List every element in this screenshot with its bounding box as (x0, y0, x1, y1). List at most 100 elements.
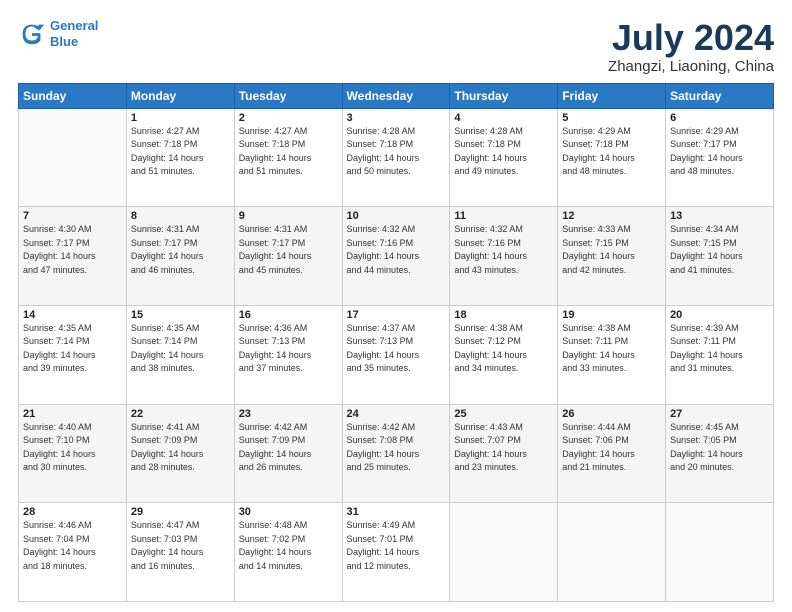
day-info: Sunrise: 4:45 AM Sunset: 7:05 PM Dayligh… (670, 421, 769, 475)
main-title: July 2024 (608, 18, 774, 58)
table-row: 1Sunrise: 4:27 AM Sunset: 7:18 PM Daylig… (126, 108, 234, 207)
table-row: 12Sunrise: 4:33 AM Sunset: 7:15 PM Dayli… (558, 207, 666, 306)
table-row (558, 503, 666, 602)
calendar-week-row: 14Sunrise: 4:35 AM Sunset: 7:14 PM Dayli… (19, 305, 774, 404)
calendar-header-row: Sunday Monday Tuesday Wednesday Thursday… (19, 83, 774, 108)
day-info: Sunrise: 4:37 AM Sunset: 7:13 PM Dayligh… (347, 322, 446, 376)
table-row: 5Sunrise: 4:29 AM Sunset: 7:18 PM Daylig… (558, 108, 666, 207)
day-number: 13 (670, 210, 769, 222)
day-info: Sunrise: 4:33 AM Sunset: 7:15 PM Dayligh… (562, 223, 661, 277)
day-info: Sunrise: 4:31 AM Sunset: 7:17 PM Dayligh… (131, 223, 230, 277)
table-row (450, 503, 558, 602)
table-row: 28Sunrise: 4:46 AM Sunset: 7:04 PM Dayli… (19, 503, 127, 602)
day-info: Sunrise: 4:28 AM Sunset: 7:18 PM Dayligh… (454, 125, 553, 179)
table-row: 25Sunrise: 4:43 AM Sunset: 7:07 PM Dayli… (450, 404, 558, 503)
table-row: 10Sunrise: 4:32 AM Sunset: 7:16 PM Dayli… (342, 207, 450, 306)
table-row: 8Sunrise: 4:31 AM Sunset: 7:17 PM Daylig… (126, 207, 234, 306)
day-info: Sunrise: 4:38 AM Sunset: 7:11 PM Dayligh… (562, 322, 661, 376)
table-row: 7Sunrise: 4:30 AM Sunset: 7:17 PM Daylig… (19, 207, 127, 306)
day-number: 31 (347, 506, 446, 518)
calendar-week-row: 21Sunrise: 4:40 AM Sunset: 7:10 PM Dayli… (19, 404, 774, 503)
day-info: Sunrise: 4:34 AM Sunset: 7:15 PM Dayligh… (670, 223, 769, 277)
logo-line2: Blue (50, 34, 78, 49)
day-info: Sunrise: 4:42 AM Sunset: 7:08 PM Dayligh… (347, 421, 446, 475)
day-number: 29 (131, 506, 230, 518)
table-row: 4Sunrise: 4:28 AM Sunset: 7:18 PM Daylig… (450, 108, 558, 207)
day-info: Sunrise: 4:36 AM Sunset: 7:13 PM Dayligh… (239, 322, 338, 376)
day-info: Sunrise: 4:31 AM Sunset: 7:17 PM Dayligh… (239, 223, 338, 277)
table-row (666, 503, 774, 602)
header: General Blue July 2024 Zhangzi, Liaoning… (18, 18, 774, 75)
table-row: 14Sunrise: 4:35 AM Sunset: 7:14 PM Dayli… (19, 305, 127, 404)
day-number: 19 (562, 309, 661, 321)
day-info: Sunrise: 4:44 AM Sunset: 7:06 PM Dayligh… (562, 421, 661, 475)
day-info: Sunrise: 4:32 AM Sunset: 7:16 PM Dayligh… (454, 223, 553, 277)
table-row: 18Sunrise: 4:38 AM Sunset: 7:12 PM Dayli… (450, 305, 558, 404)
day-info: Sunrise: 4:35 AM Sunset: 7:14 PM Dayligh… (23, 322, 122, 376)
header-saturday: Saturday (666, 83, 774, 108)
day-info: Sunrise: 4:48 AM Sunset: 7:02 PM Dayligh… (239, 519, 338, 573)
logo: General Blue (18, 18, 98, 49)
day-number: 12 (562, 210, 661, 222)
logo-line1: General (50, 18, 98, 33)
day-number: 9 (239, 210, 338, 222)
day-info: Sunrise: 4:42 AM Sunset: 7:09 PM Dayligh… (239, 421, 338, 475)
page: General Blue July 2024 Zhangzi, Liaoning… (0, 0, 792, 612)
day-info: Sunrise: 4:27 AM Sunset: 7:18 PM Dayligh… (239, 125, 338, 179)
day-number: 15 (131, 309, 230, 321)
table-row: 29Sunrise: 4:47 AM Sunset: 7:03 PM Dayli… (126, 503, 234, 602)
table-row: 20Sunrise: 4:39 AM Sunset: 7:11 PM Dayli… (666, 305, 774, 404)
day-number: 3 (347, 112, 446, 124)
day-number: 17 (347, 309, 446, 321)
day-number: 4 (454, 112, 553, 124)
table-row (19, 108, 127, 207)
table-row: 23Sunrise: 4:42 AM Sunset: 7:09 PM Dayli… (234, 404, 342, 503)
table-row: 13Sunrise: 4:34 AM Sunset: 7:15 PM Dayli… (666, 207, 774, 306)
day-number: 8 (131, 210, 230, 222)
header-monday: Monday (126, 83, 234, 108)
day-number: 27 (670, 408, 769, 420)
day-info: Sunrise: 4:40 AM Sunset: 7:10 PM Dayligh… (23, 421, 122, 475)
table-row: 21Sunrise: 4:40 AM Sunset: 7:10 PM Dayli… (19, 404, 127, 503)
day-number: 21 (23, 408, 122, 420)
logo-icon (18, 20, 46, 48)
day-info: Sunrise: 4:38 AM Sunset: 7:12 PM Dayligh… (454, 322, 553, 376)
day-info: Sunrise: 4:46 AM Sunset: 7:04 PM Dayligh… (23, 519, 122, 573)
day-info: Sunrise: 4:28 AM Sunset: 7:18 PM Dayligh… (347, 125, 446, 179)
logo-text: General Blue (50, 18, 98, 49)
day-number: 30 (239, 506, 338, 518)
day-number: 24 (347, 408, 446, 420)
table-row: 3Sunrise: 4:28 AM Sunset: 7:18 PM Daylig… (342, 108, 450, 207)
calendar-week-row: 1Sunrise: 4:27 AM Sunset: 7:18 PM Daylig… (19, 108, 774, 207)
day-info: Sunrise: 4:49 AM Sunset: 7:01 PM Dayligh… (347, 519, 446, 573)
table-row: 11Sunrise: 4:32 AM Sunset: 7:16 PM Dayli… (450, 207, 558, 306)
day-info: Sunrise: 4:30 AM Sunset: 7:17 PM Dayligh… (23, 223, 122, 277)
title-block: July 2024 Zhangzi, Liaoning, China (608, 18, 774, 75)
table-row: 27Sunrise: 4:45 AM Sunset: 7:05 PM Dayli… (666, 404, 774, 503)
table-row: 31Sunrise: 4:49 AM Sunset: 7:01 PM Dayli… (342, 503, 450, 602)
header-sunday: Sunday (19, 83, 127, 108)
header-wednesday: Wednesday (342, 83, 450, 108)
day-number: 5 (562, 112, 661, 124)
table-row: 30Sunrise: 4:48 AM Sunset: 7:02 PM Dayli… (234, 503, 342, 602)
day-info: Sunrise: 4:29 AM Sunset: 7:17 PM Dayligh… (670, 125, 769, 179)
day-number: 23 (239, 408, 338, 420)
table-row: 15Sunrise: 4:35 AM Sunset: 7:14 PM Dayli… (126, 305, 234, 404)
table-row: 22Sunrise: 4:41 AM Sunset: 7:09 PM Dayli… (126, 404, 234, 503)
day-info: Sunrise: 4:35 AM Sunset: 7:14 PM Dayligh… (131, 322, 230, 376)
day-number: 20 (670, 309, 769, 321)
table-row: 6Sunrise: 4:29 AM Sunset: 7:17 PM Daylig… (666, 108, 774, 207)
calendar-table: Sunday Monday Tuesday Wednesday Thursday… (18, 83, 774, 602)
day-number: 11 (454, 210, 553, 222)
day-number: 25 (454, 408, 553, 420)
header-thursday: Thursday (450, 83, 558, 108)
table-row: 9Sunrise: 4:31 AM Sunset: 7:17 PM Daylig… (234, 207, 342, 306)
sub-title: Zhangzi, Liaoning, China (608, 58, 774, 75)
table-row: 24Sunrise: 4:42 AM Sunset: 7:08 PM Dayli… (342, 404, 450, 503)
day-number: 10 (347, 210, 446, 222)
header-friday: Friday (558, 83, 666, 108)
day-number: 6 (670, 112, 769, 124)
day-info: Sunrise: 4:27 AM Sunset: 7:18 PM Dayligh… (131, 125, 230, 179)
day-number: 28 (23, 506, 122, 518)
day-number: 2 (239, 112, 338, 124)
